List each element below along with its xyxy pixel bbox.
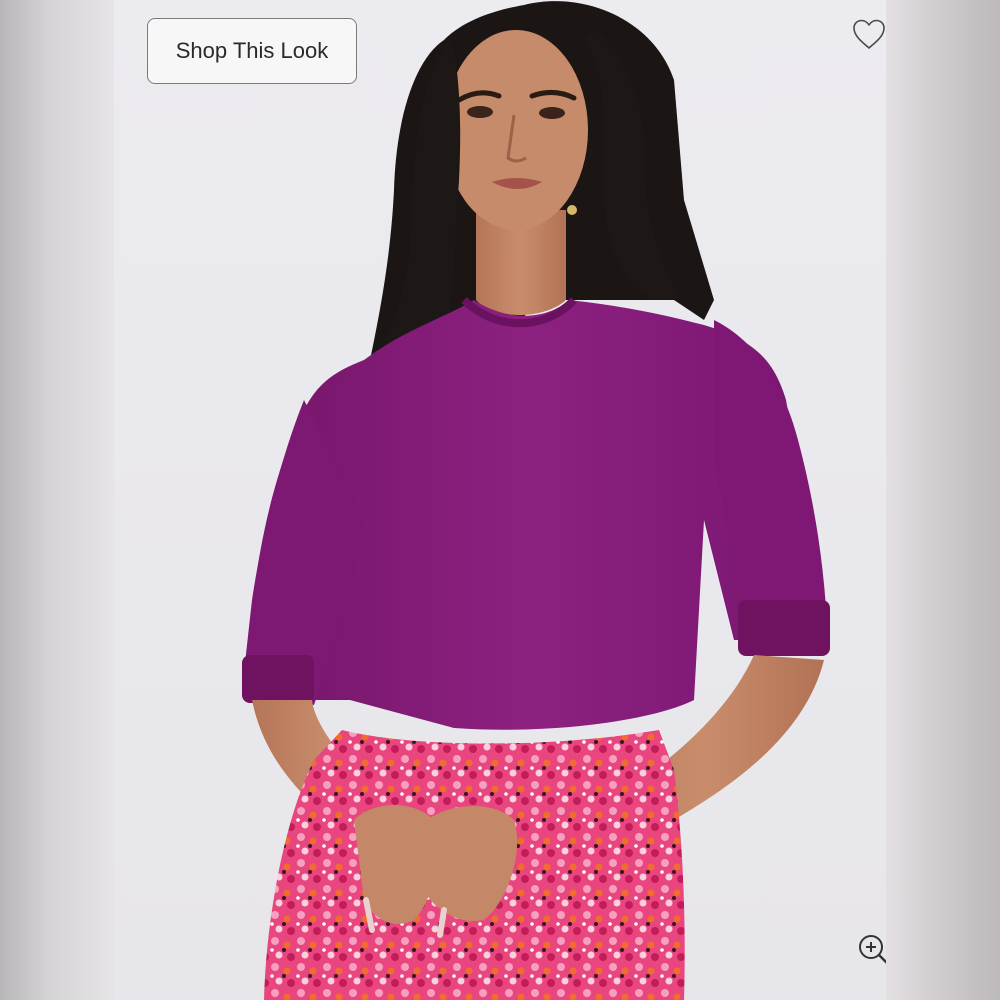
blurred-backdrop-right <box>886 0 1000 1000</box>
shop-this-look-label: Shop This Look <box>175 38 329 63</box>
product-photo-card[interactable]: Shop This Look <box>114 0 886 1000</box>
shop-this-look-button[interactable]: Shop This Look <box>147 18 357 84</box>
zoom-in-icon[interactable] <box>856 932 886 966</box>
blurred-backdrop-left <box>0 0 114 1000</box>
heart-outline-icon[interactable] <box>850 16 886 54</box>
product-image-viewer: Shop This Look <box>0 0 1000 1000</box>
model-photo <box>242 1 830 1000</box>
